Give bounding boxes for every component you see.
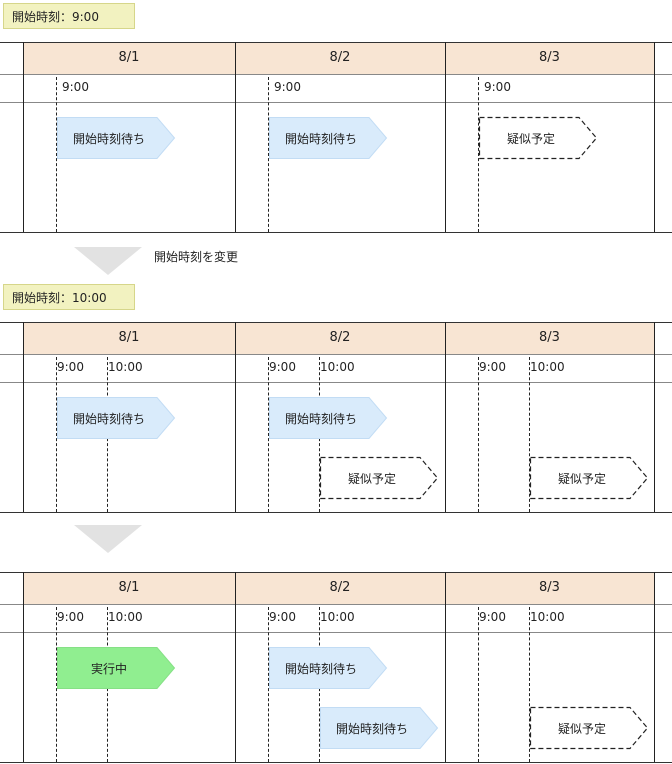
- start-time-label-9: 開始時刻：9:00: [3, 3, 135, 29]
- day-label-8-3: 8/3: [539, 50, 560, 65]
- job-label: 疑似予定: [557, 721, 606, 736]
- header-rule: [0, 604, 672, 605]
- job-label: 開始時刻待ち: [72, 131, 145, 146]
- schedule-panel-3: 8/1 9:00 10:00 実行中 8/2 9:00 10:00 開始時刻待ち 開始時刻待ち 8…: [0, 572, 672, 764]
- time-label: 10:00: [530, 610, 565, 624]
- start-time-label-10: 開始時刻：10:00: [3, 284, 135, 310]
- day-label-8-2: 8/2: [329, 330, 351, 345]
- job-label: 開始時刻待ち: [284, 661, 357, 676]
- job-label: 開始時刻待ち: [284, 411, 357, 426]
- column-divider: [654, 42, 655, 232]
- time-rule: [0, 102, 672, 103]
- job-label: 疑似予定: [347, 471, 396, 486]
- header-rule: [0, 354, 672, 355]
- job-label: 開始時刻待ち: [335, 721, 408, 736]
- job-label: 疑似予定: [557, 471, 606, 486]
- waiting-job[interactable]: 開始時刻待ち: [269, 397, 388, 439]
- job-label: 疑似予定: [506, 131, 555, 146]
- time-label: 9:00: [62, 80, 89, 94]
- time-label: 10:00: [108, 610, 143, 624]
- bottom-rule: [0, 512, 672, 513]
- day-label-8-2: 8/2: [329, 50, 351, 65]
- time-label: 10:00: [108, 360, 143, 374]
- job-label: 実行中: [90, 661, 127, 676]
- down-arrow-icon: [74, 525, 142, 553]
- time-label: 10:00: [320, 610, 355, 624]
- waiting-job[interactable]: 開始時刻待ち: [320, 707, 439, 749]
- pseudo-schedule-job[interactable]: 疑似予定: [478, 116, 598, 160]
- waiting-job[interactable]: 開始時刻待ち: [57, 117, 176, 159]
- running-job[interactable]: 実行中: [57, 647, 176, 689]
- day-label-8-3: 8/3: [539, 330, 560, 345]
- time-rule: [0, 382, 672, 383]
- waiting-job[interactable]: 開始時刻待ち: [269, 117, 388, 159]
- time-label: 9:00: [479, 360, 506, 374]
- time-label: 9:00: [57, 610, 84, 624]
- time-marker-line: [478, 357, 479, 512]
- job-label: 開始時刻待ち: [284, 131, 357, 146]
- time-rule: [0, 632, 672, 633]
- pseudo-schedule-job[interactable]: 疑似予定: [319, 456, 439, 500]
- time-label: 9:00: [274, 80, 301, 94]
- time-label: 9:00: [479, 610, 506, 624]
- bottom-rule: [0, 232, 672, 233]
- time-label: 9:00: [57, 360, 84, 374]
- time-label: 9:00: [484, 80, 511, 94]
- schedule-panel-1: 8/1 9:00 開始時刻待ち 8/2 9:00 開始時刻待ち 8/3 9:00 疑似予定: [0, 42, 672, 234]
- day-label-8-1: 8/1: [118, 50, 140, 65]
- time-label: 9:00: [269, 610, 296, 624]
- column-divider: [654, 572, 655, 762]
- pseudo-schedule-job[interactable]: 疑似予定: [529, 706, 649, 750]
- column-divider: [654, 322, 655, 512]
- schedule-panel-2: 8/1 9:00 10:00 開始時刻待ち 8/2 9:00 10:00 開始時刻待ち疑似予定…: [0, 322, 672, 514]
- day-label-8-2: 8/2: [329, 580, 351, 595]
- time-marker-line: [478, 607, 479, 762]
- day-label-8-1: 8/1: [118, 330, 140, 345]
- header-rule: [0, 74, 672, 75]
- waiting-job[interactable]: 開始時刻待ち: [57, 397, 176, 439]
- time-label: 9:00: [269, 360, 296, 374]
- job-label: 開始時刻待ち: [72, 411, 145, 426]
- time-label: 10:00: [530, 360, 565, 374]
- day-label-8-1: 8/1: [118, 580, 140, 595]
- day-label-8-3: 8/3: [539, 580, 560, 595]
- time-label: 10:00: [320, 360, 355, 374]
- change-caption: 開始時刻を変更: [154, 250, 239, 264]
- waiting-job[interactable]: 開始時刻待ち: [269, 647, 388, 689]
- down-arrow-icon: [74, 247, 142, 275]
- pseudo-schedule-job[interactable]: 疑似予定: [529, 456, 649, 500]
